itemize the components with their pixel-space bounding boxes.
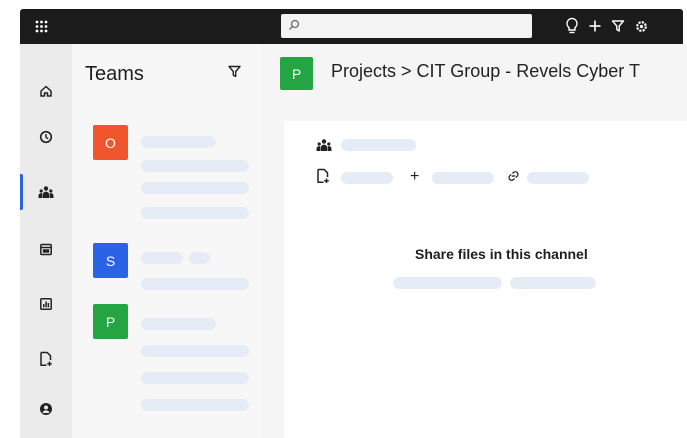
- clock-icon: [39, 130, 53, 144]
- team-name-placeholder: [141, 252, 183, 264]
- add-file-icon[interactable]: [316, 168, 330, 184]
- channel-placeholder[interactable]: [141, 182, 249, 194]
- empty-state-placeholder: [393, 277, 502, 289]
- user-avatar-icon: [40, 403, 52, 415]
- team-avatar[interactable]: P: [93, 304, 128, 339]
- add-icon[interactable]: [588, 19, 602, 33]
- team-avatar[interactable]: O: [93, 125, 128, 160]
- calendar-icon: [40, 243, 52, 256]
- breadcrumb[interactable]: Projects > CIT Group - Revels Cyber T: [331, 61, 640, 82]
- active-indicator: [20, 174, 23, 210]
- empty-state-placeholder: [510, 277, 596, 289]
- rail-recent[interactable]: [20, 119, 72, 155]
- channel-placeholder[interactable]: [141, 207, 249, 219]
- home-icon: [40, 85, 52, 97]
- file-placeholder: [341, 172, 393, 184]
- add-symbol[interactable]: +: [410, 168, 419, 186]
- top-actions: [565, 16, 649, 36]
- settings-gear-icon[interactable]: [634, 19, 649, 34]
- top-bar: [20, 9, 683, 44]
- lightbulb-icon[interactable]: [565, 17, 579, 35]
- bar-chart-icon: [40, 298, 52, 310]
- file-placeholder: [432, 172, 494, 184]
- files-card: + Share files in this channel: [284, 121, 687, 438]
- add-file-icon: [40, 351, 52, 367]
- rail-teams[interactable]: [20, 174, 72, 210]
- rail-home[interactable]: [20, 73, 72, 109]
- team-avatar[interactable]: S: [93, 243, 128, 278]
- app-rail: [20, 44, 72, 438]
- rail-profile[interactable]: [20, 391, 72, 427]
- empty-state-title: Share files in this channel: [415, 246, 588, 262]
- rail-calendar[interactable]: [20, 231, 72, 267]
- channel-placeholder[interactable]: [141, 278, 249, 290]
- channel-placeholder[interactable]: [141, 160, 249, 172]
- channel-avatar: P: [280, 57, 313, 90]
- search-icon: [289, 19, 300, 30]
- channel-placeholder[interactable]: [141, 372, 249, 384]
- members-icon: [316, 139, 332, 151]
- teams-people-icon: [38, 186, 54, 198]
- channel-main: P Projects > CIT Group - Revels Cyber T …: [262, 44, 687, 438]
- team-name-placeholder: [141, 318, 216, 330]
- members-placeholder: [341, 139, 416, 151]
- rail-files[interactable]: [20, 341, 72, 377]
- app-launcher-icon[interactable]: [34, 19, 49, 34]
- rail-reports[interactable]: [20, 286, 72, 322]
- link-icon[interactable]: [506, 170, 521, 182]
- team-name-placeholder: [141, 136, 216, 148]
- file-placeholder: [527, 172, 589, 184]
- teams-title: Teams: [85, 63, 144, 85]
- search-input[interactable]: [281, 14, 532, 38]
- team-name-placeholder: [189, 252, 210, 264]
- filter-icon[interactable]: [228, 65, 241, 78]
- channel-placeholder[interactable]: [141, 345, 249, 357]
- channel-placeholder[interactable]: [141, 399, 249, 411]
- teams-panel: Teams O S P: [72, 44, 262, 438]
- filter-icon[interactable]: [611, 19, 625, 33]
